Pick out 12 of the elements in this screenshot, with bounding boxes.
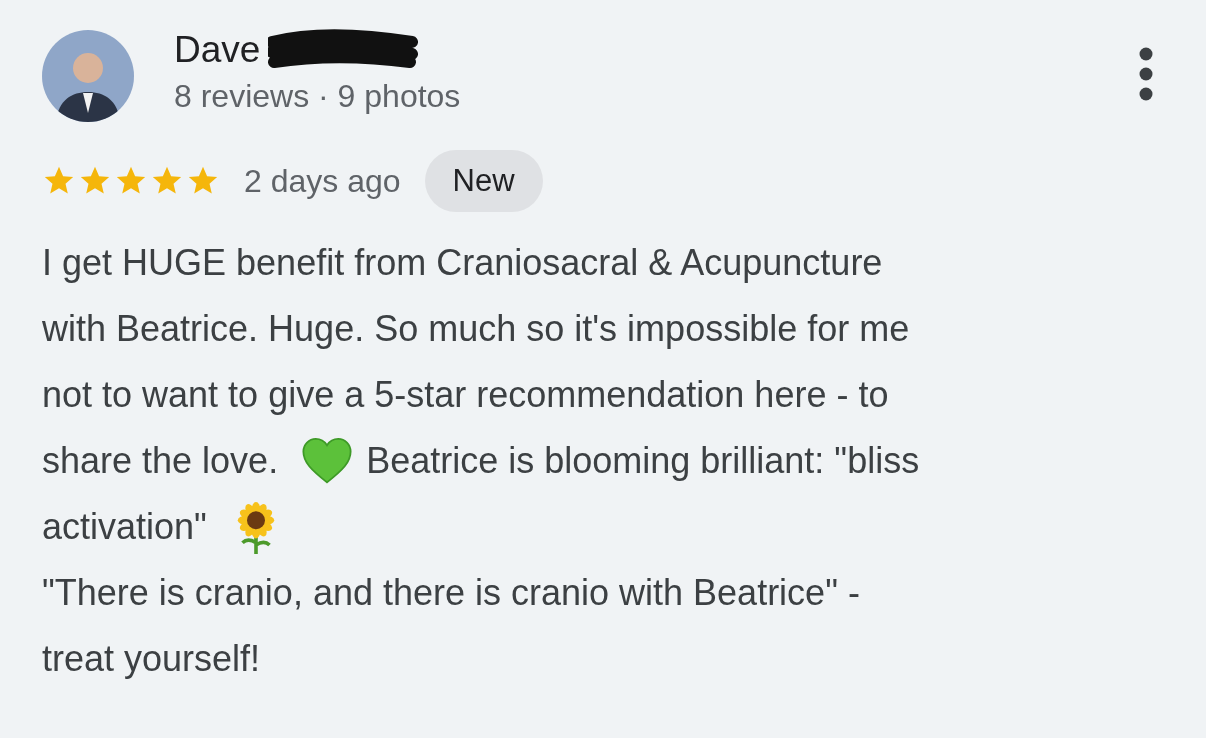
reviewer-name[interactable]: Dave — [174, 29, 261, 71]
review-text: I get HUGE benefit from Craniosacral & Acupuncture — [42, 241, 883, 285]
new-badge: New — [424, 150, 543, 212]
review-text: "There is cranio, and there is cranio with Beatrice" - — [42, 571, 860, 615]
reviewer-stats: 8 reviews · 9 photos — [174, 78, 462, 115]
review-time: 2 days ago — [244, 162, 401, 200]
review-text: share the love. — [42, 439, 279, 483]
review-text: not to want to give a 5-star recommendation here - to — [42, 373, 889, 417]
review-text: activation" — [42, 505, 207, 549]
review-text: with Beatrice. Huge. So much so it's impossible for me — [42, 307, 910, 351]
review-text: treat yourself! — [42, 637, 261, 681]
review-text: Beatrice is blooming brilliant: "bliss — [366, 439, 920, 483]
